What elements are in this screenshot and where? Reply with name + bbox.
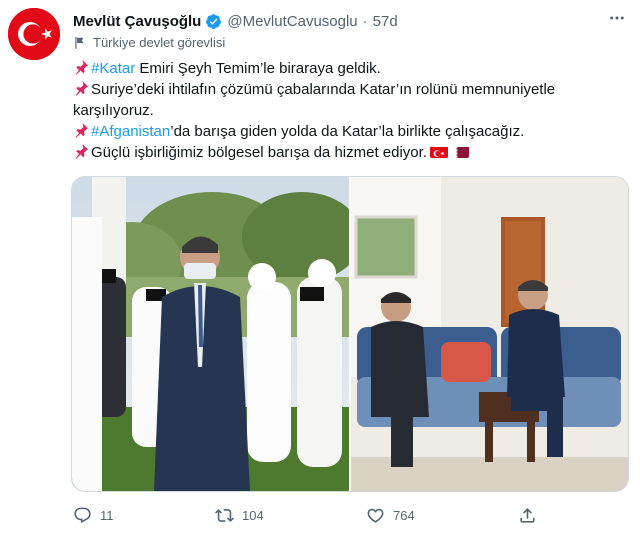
- government-label-text: Türkiye devlet görevlisi: [93, 35, 226, 50]
- tweet-time[interactable]: 57d: [373, 13, 398, 30]
- turkish-flag-avatar: [8, 8, 60, 60]
- tweet-line: #Katar Emiri Şeyh Temim’le biraraya geld…: [73, 58, 628, 79]
- flag-label-icon: [75, 36, 84, 49]
- government-label[interactable]: Türkiye devlet görevlisi: [73, 35, 225, 50]
- like-button[interactable]: 764: [366, 503, 415, 527]
- tweet-media[interactable]: [71, 176, 629, 492]
- turkey-flag-emoji: [429, 145, 448, 158]
- reply-count: 11: [100, 507, 114, 523]
- tweet-line: Suriye’deki ihtilafın çözümü çabalarında…: [73, 79, 628, 121]
- qatar-flag-emoji: [450, 145, 469, 158]
- more-icon[interactable]: [602, 6, 632, 30]
- tweet-text: #Katar Emiri Şeyh Temim’le biraraya geld…: [73, 58, 628, 163]
- separator: ·: [362, 12, 368, 30]
- hashtag-afganistan[interactable]: #Afganistan: [91, 123, 170, 140]
- photo-outdoor-meeting[interactable]: [72, 177, 349, 491]
- tweet-line3-text: ’da barışa giden yolda da Katar’la birli…: [170, 123, 525, 140]
- tweet-line: #Afganistan’da barışa giden yolda da Kat…: [73, 121, 628, 142]
- reply-button[interactable]: 11: [73, 503, 114, 527]
- tweet-line1-text: Emiri Şeyh Temim’le biraraya geldik.: [135, 60, 381, 77]
- avatar[interactable]: [8, 8, 60, 60]
- tweet-line: Güçlü işbirliğimiz bölgesel barışa da hi…: [73, 142, 628, 163]
- pushpin-icon: [75, 123, 88, 138]
- like-icon: [367, 508, 384, 523]
- pushpin-icon: [75, 60, 88, 75]
- like-count: 764: [393, 507, 415, 523]
- author-name[interactable]: Mevlüt Çavuşoğlu: [73, 13, 201, 30]
- retweet-count: 104: [242, 507, 264, 523]
- author-handle[interactable]: @MevlutCavusoglu: [227, 13, 357, 30]
- share-icon: [520, 507, 535, 523]
- retweet-button[interactable]: 104: [215, 503, 264, 527]
- retweet-icon: [215, 508, 234, 522]
- pushpin-icon: [75, 144, 88, 159]
- pushpin-icon: [75, 81, 88, 96]
- reply-icon: [74, 507, 91, 523]
- tweet-line2-text: Suriye’deki ihtilafın çözümü çabalarında…: [73, 81, 556, 119]
- tweet-actions: 11 104 764: [73, 503, 543, 527]
- verified-badge-icon: [205, 13, 222, 30]
- hashtag-katar[interactable]: #Katar: [91, 60, 135, 77]
- tweet-header: Mevlüt Çavuşoğlu @MevlutCavusoglu · 57d: [73, 10, 630, 32]
- share-button[interactable]: [518, 503, 537, 527]
- photo-indoor-meeting[interactable]: [351, 177, 628, 491]
- tweet-line4-text: Güçlü işbirliğimiz bölgesel barışa da hi…: [91, 144, 427, 161]
